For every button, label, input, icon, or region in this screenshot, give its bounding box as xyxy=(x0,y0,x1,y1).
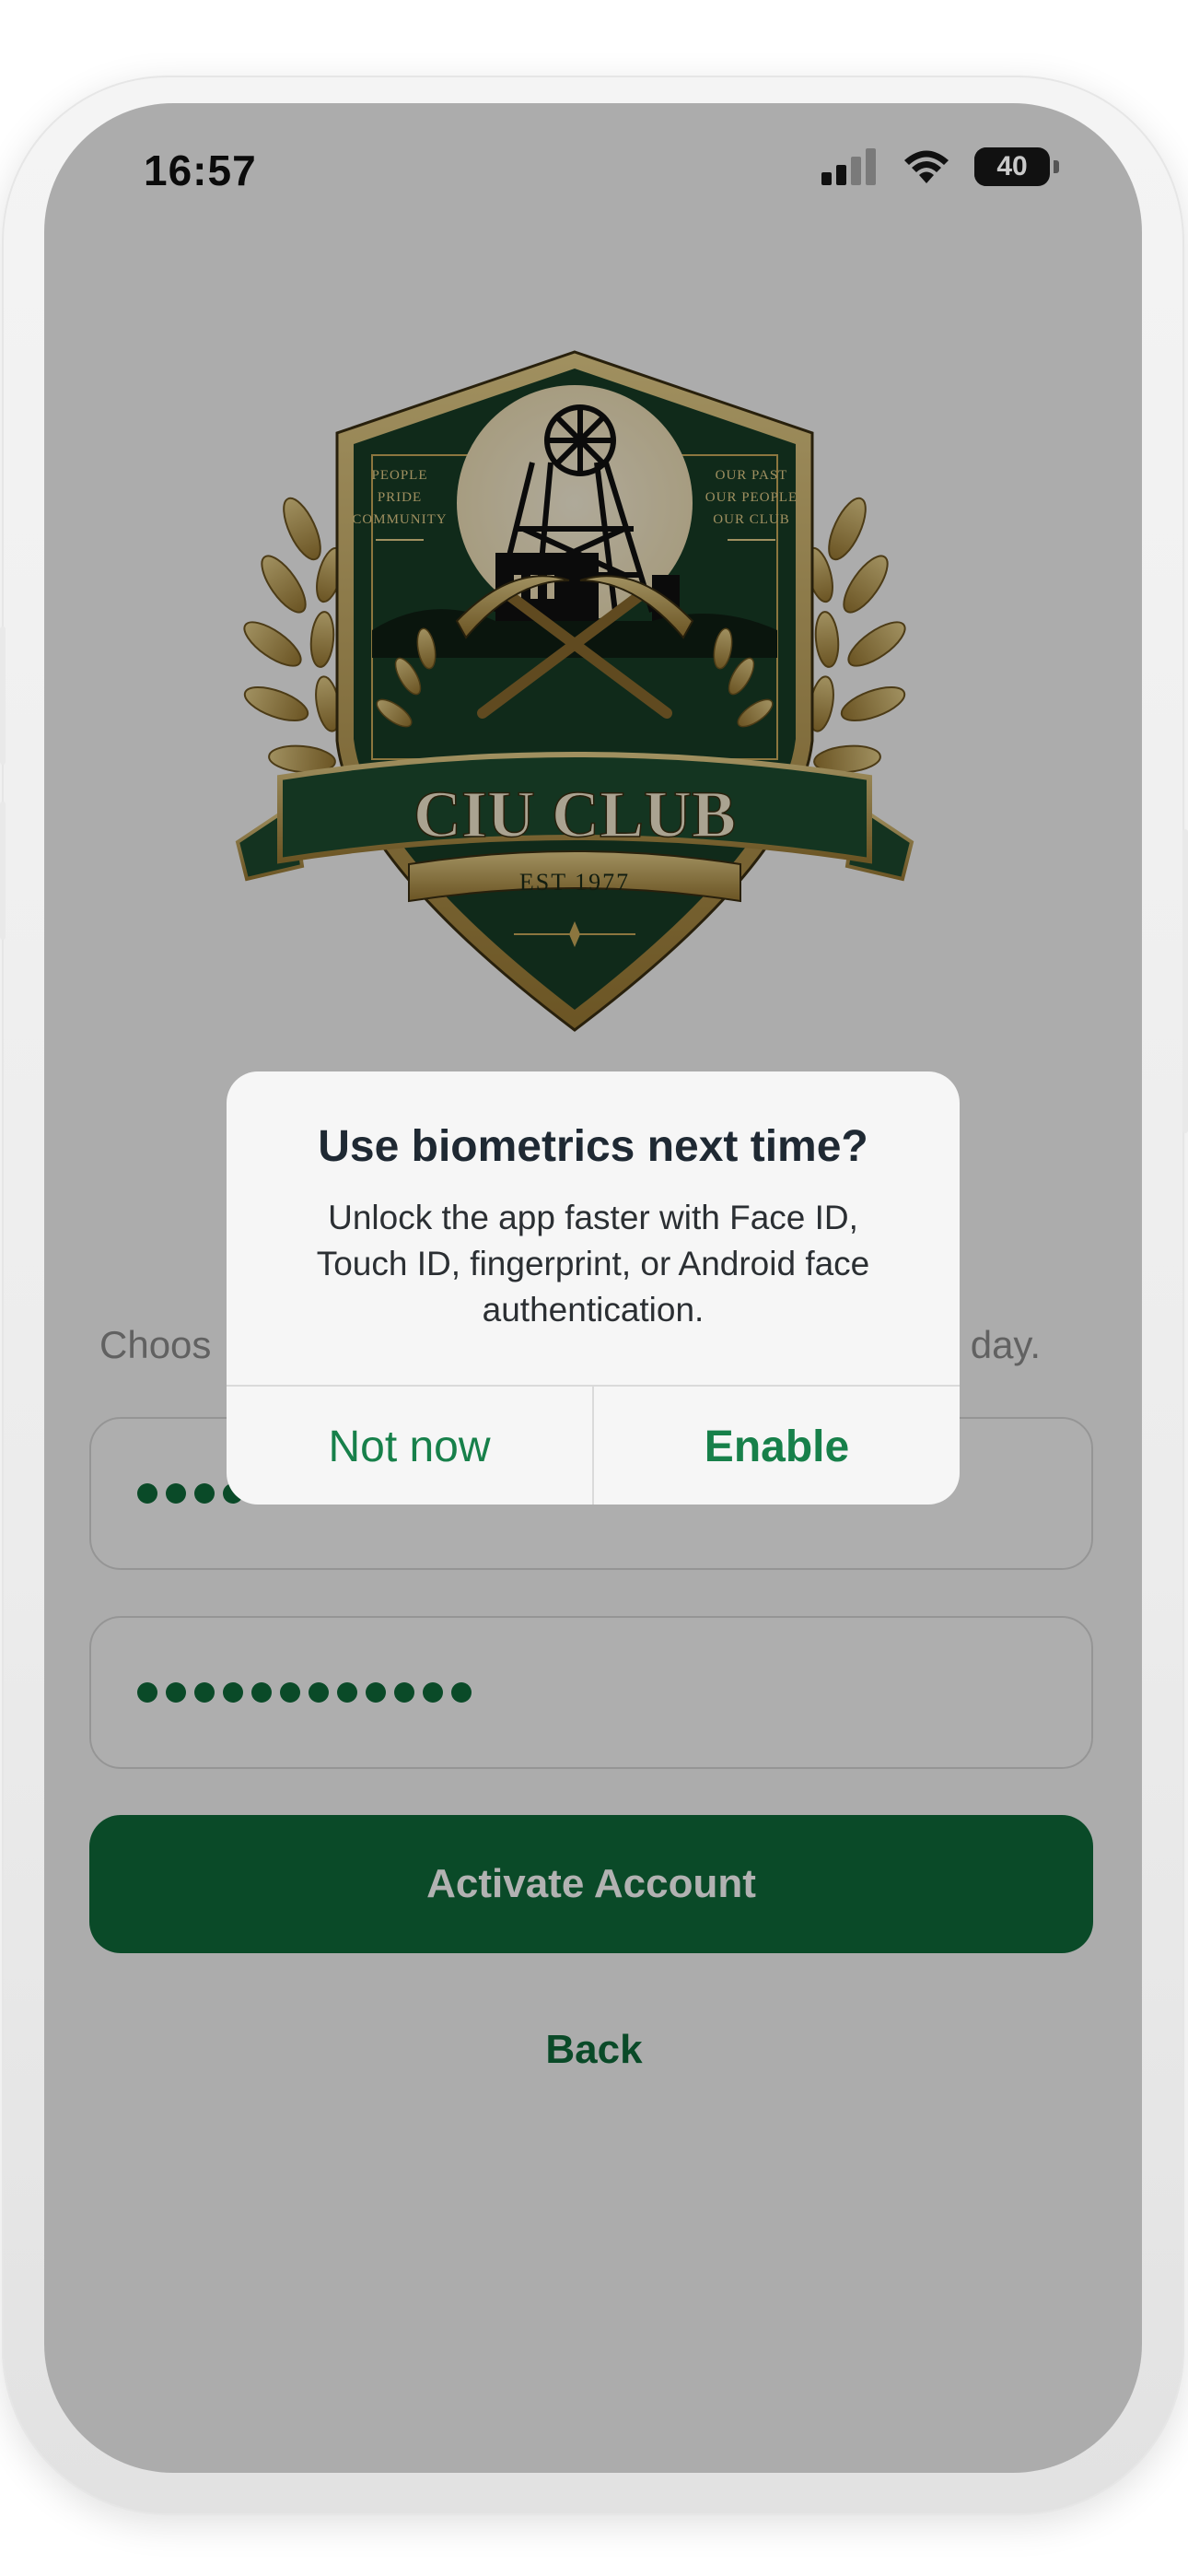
status-time: 16:57 xyxy=(144,146,257,194)
dialog-message: Unlock the app faster with Face ID, Touc… xyxy=(316,1199,870,1329)
device-volume-button xyxy=(0,626,6,765)
dialog-title: Use biometrics next time? xyxy=(318,1122,868,1171)
device-volume-button xyxy=(0,802,6,940)
not-now-button[interactable]: Not now xyxy=(227,1387,592,1505)
battery-tip xyxy=(1054,160,1059,173)
cellular-signal-icon xyxy=(821,148,876,185)
battery-icon: 40 xyxy=(974,147,1050,186)
wifi-icon xyxy=(904,150,949,183)
status-icons: 40 xyxy=(821,147,1059,186)
battery-percentage: 40 xyxy=(996,151,1028,181)
biometrics-dialog: Use biometrics next time? Unlock the app… xyxy=(227,1071,960,1505)
device-power-button xyxy=(1182,829,1188,1133)
dialog-actions: Not now Enable xyxy=(227,1385,960,1505)
enable-button[interactable]: Enable xyxy=(592,1387,960,1505)
